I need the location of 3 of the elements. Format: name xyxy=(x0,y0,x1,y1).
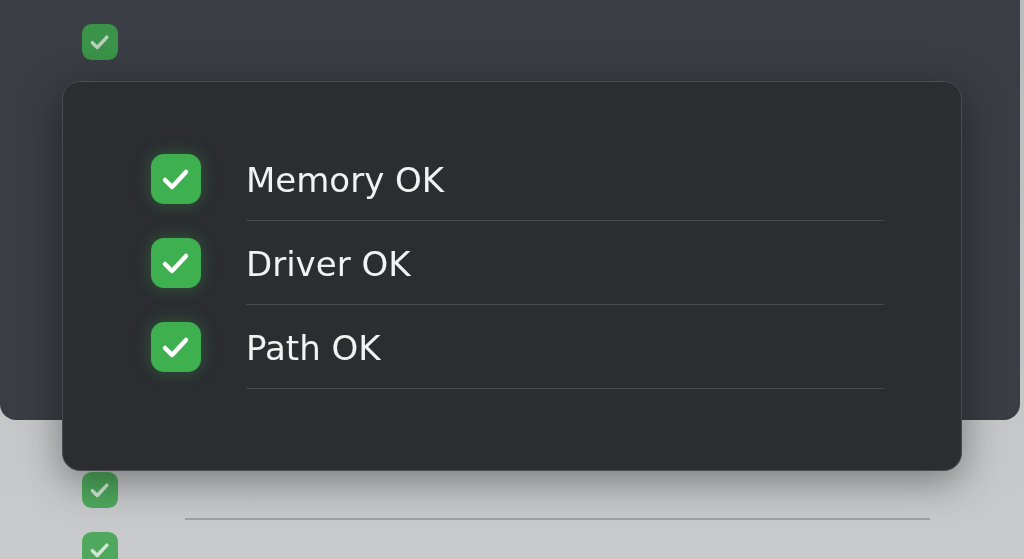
status-label: Path OK xyxy=(246,327,381,368)
status-label: Memory OK xyxy=(246,159,445,200)
status-label: Driver OK xyxy=(246,243,411,284)
